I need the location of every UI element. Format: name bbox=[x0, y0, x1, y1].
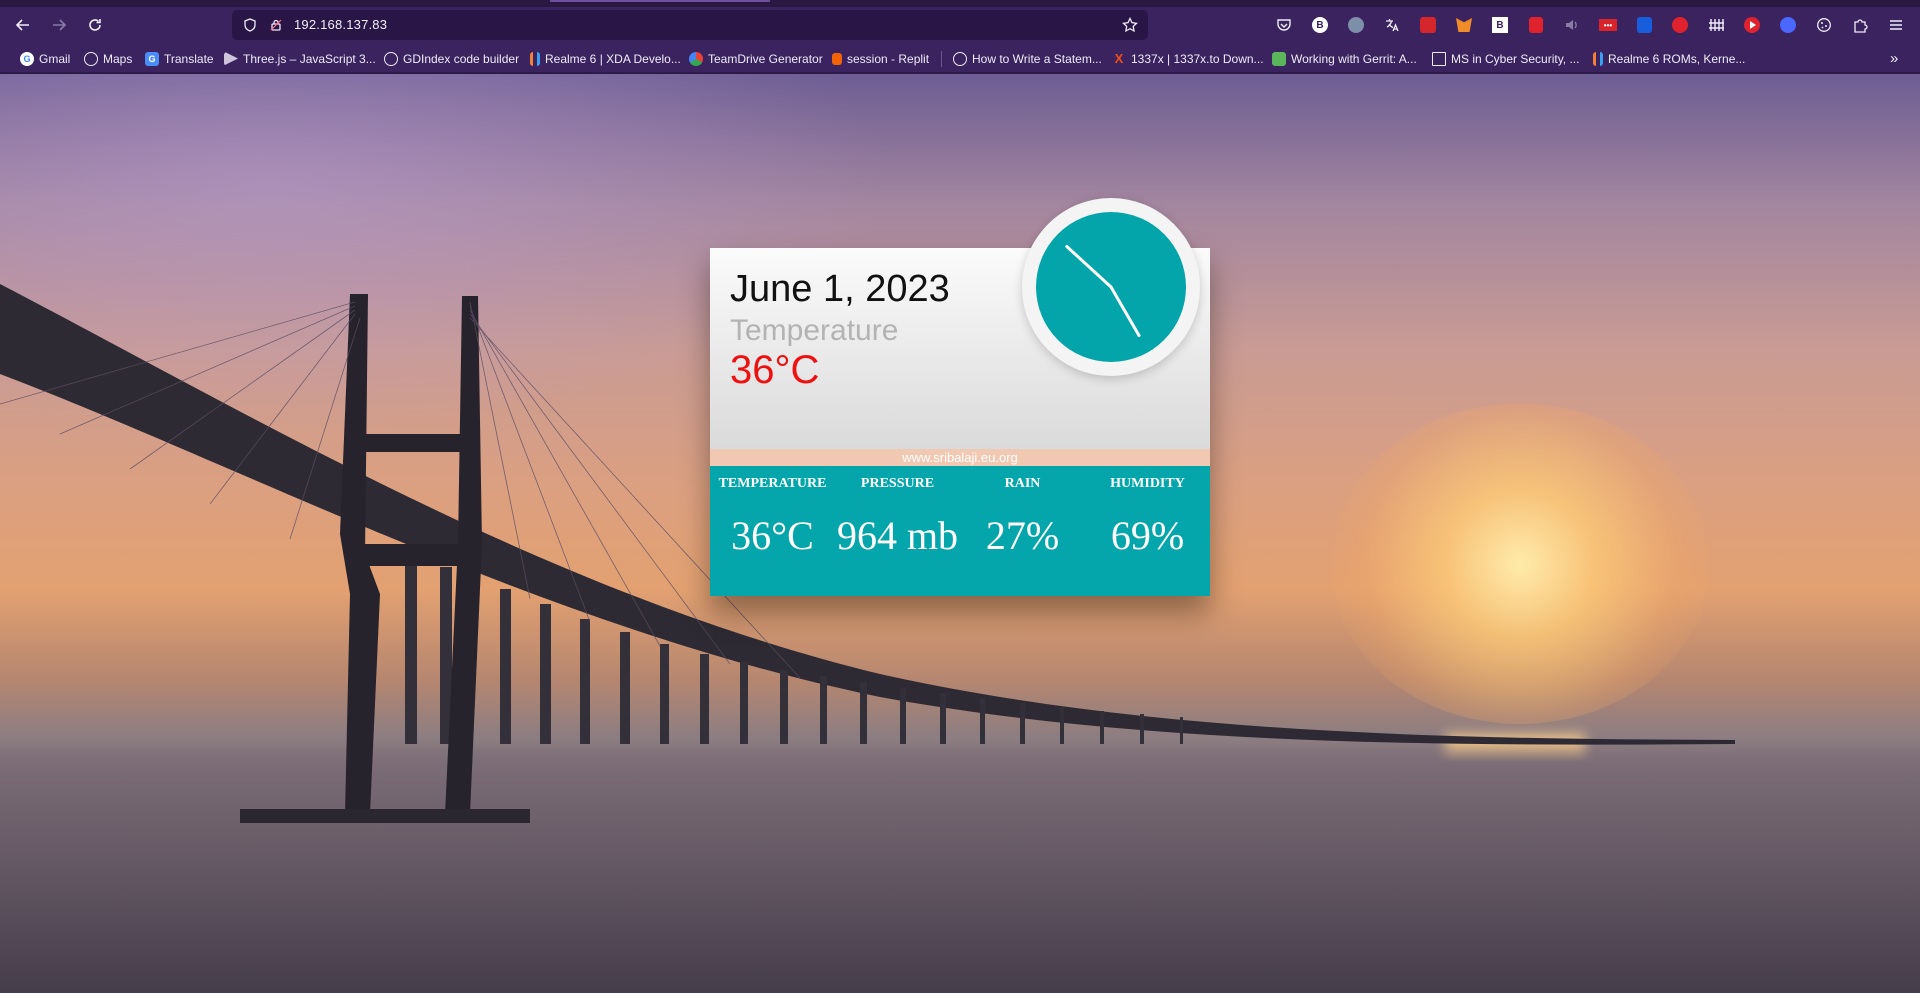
stat-rain: RAIN 27% bbox=[960, 466, 1085, 596]
bookmark-teamdrive[interactable]: TeamDrive Generator bbox=[689, 50, 823, 67]
connection-lock-icon[interactable] bbox=[268, 17, 284, 33]
stat-label: HUMIDITY bbox=[1110, 476, 1185, 491]
speaker-muted-icon[interactable] bbox=[1562, 15, 1582, 35]
stat-value: 69% bbox=[1110, 513, 1185, 558]
bookmark-label: MS in Cyber Security, ... bbox=[1451, 51, 1580, 66]
current-date: June 1, 2023 bbox=[730, 268, 950, 310]
bookmark-label: 1337x | 1337x.to Down... bbox=[1131, 51, 1264, 66]
fence-extension-icon[interactable] bbox=[1706, 15, 1726, 35]
site-url-bar[interactable]: www.sribalaji.eu.org bbox=[710, 449, 1210, 466]
bookmark-star-icon[interactable] bbox=[1122, 17, 1138, 33]
clock-hands bbox=[1065, 245, 1141, 337]
sea-surface bbox=[0, 742, 1920, 993]
weather-widget: June 1, 2023 Temperature 36°C www.sribal… bbox=[710, 198, 1210, 596]
globe-icon bbox=[953, 51, 967, 66]
stat-label: RAIN bbox=[1004, 476, 1041, 491]
stat-value: 964 mb bbox=[836, 513, 959, 558]
bookmark-separator bbox=[941, 51, 942, 67]
xda-icon bbox=[530, 51, 540, 66]
clock-face bbox=[1036, 212, 1186, 362]
1337x-icon: X bbox=[1114, 51, 1124, 66]
bookmarks-toolbar: G Gmail Maps G Translate Three.js – Java… bbox=[0, 43, 1920, 73]
b-extension-icon[interactable]: B bbox=[1310, 15, 1330, 35]
back-arrow-icon bbox=[15, 19, 29, 31]
pocket-icon[interactable] bbox=[1274, 15, 1294, 35]
stat-label: PRESSURE bbox=[860, 476, 935, 491]
bookmark-label: Gmail bbox=[39, 51, 71, 66]
extensions-puzzle-icon[interactable] bbox=[1850, 15, 1870, 35]
back-button[interactable] bbox=[11, 13, 35, 37]
translate-icon: G bbox=[145, 51, 159, 66]
bookmark-label: GDIndex code builder bbox=[403, 51, 520, 66]
page-viewport: June 1, 2023 Temperature 36°C www.sribal… bbox=[0, 74, 1920, 993]
bookmark-maps[interactable]: Maps bbox=[84, 50, 132, 67]
university-icon bbox=[1432, 51, 1446, 66]
dots-extension-icon[interactable]: ••• bbox=[1598, 15, 1618, 35]
clock-hour-hand bbox=[1065, 245, 1113, 289]
navigation-toolbar: 192.168.137.83 B B ••• bbox=[0, 7, 1920, 43]
bookmark-realme-xda[interactable]: Realme 6 | XDA Develo... bbox=[530, 50, 681, 67]
active-tab-indicator[interactable] bbox=[550, 0, 770, 2]
box-extension-icon[interactable]: B bbox=[1490, 15, 1510, 35]
globe-icon bbox=[84, 51, 98, 66]
globe-icon bbox=[384, 51, 398, 66]
bookmark-ms-cyber[interactable]: MS in Cyber Security, ... bbox=[1432, 50, 1579, 67]
stat-temperature: TEMPERATURE 36°C bbox=[710, 466, 835, 596]
forward-arrow-icon bbox=[53, 19, 67, 31]
cursor-extension-icon[interactable] bbox=[1346, 15, 1366, 35]
gerrit-icon bbox=[1272, 51, 1286, 66]
metamask-fox-icon[interactable] bbox=[1454, 15, 1474, 35]
analog-clock bbox=[1022, 198, 1200, 376]
at-sign-extension-icon[interactable] bbox=[1778, 15, 1798, 35]
bookmark-threejs[interactable]: Three.js – JavaScript 3... bbox=[224, 50, 376, 67]
bookmark-translate[interactable]: G Translate bbox=[145, 50, 214, 67]
bookmark-label: TeamDrive Generator bbox=[708, 51, 823, 66]
xda-icon bbox=[1593, 51, 1603, 66]
youtube-extension-icon[interactable] bbox=[1742, 15, 1762, 35]
google-icon: G bbox=[20, 51, 34, 66]
address-bar[interactable]: 192.168.137.83 bbox=[232, 10, 1148, 40]
bookmark-gdindex[interactable]: GDIndex code builder bbox=[384, 50, 519, 67]
teamdrive-icon bbox=[689, 51, 703, 66]
bookmark-gmail[interactable]: G Gmail bbox=[20, 50, 70, 67]
bookmark-1337x[interactable]: X 1337x | 1337x.to Down... bbox=[1112, 50, 1264, 67]
bookmark-label: Realme 6 | XDA Develo... bbox=[545, 51, 681, 66]
stat-pressure: PRESSURE 964 mb bbox=[835, 466, 960, 596]
bookmarks-overflow-chevron-icon[interactable]: » bbox=[1890, 50, 1898, 67]
bookmark-gerrit[interactable]: Working with Gerrit: A... bbox=[1272, 50, 1417, 67]
threejs-icon bbox=[224, 51, 238, 66]
weather-stats-panel: TEMPERATURE 36°C PRESSURE 964 mb RAIN 27… bbox=[710, 466, 1210, 596]
hand-stop-extension-icon[interactable] bbox=[1670, 15, 1690, 35]
bookmark-label: How to Write a Statem... bbox=[972, 51, 1102, 66]
tracking-protection-shield-icon[interactable] bbox=[242, 17, 258, 33]
replit-icon bbox=[832, 52, 842, 65]
bookmark-label: session - Replit bbox=[847, 51, 930, 66]
bridge-foundation bbox=[240, 809, 530, 823]
reload-icon bbox=[89, 19, 101, 31]
temperature-value: 36°C bbox=[730, 348, 820, 392]
bookmark-statement[interactable]: How to Write a Statem... bbox=[953, 50, 1102, 67]
bitwarden-shield-icon[interactable] bbox=[1634, 15, 1654, 35]
clock-minute-hand bbox=[1109, 285, 1141, 337]
stat-label: TEMPERATURE bbox=[718, 476, 827, 491]
bookmark-replit[interactable]: session - Replit bbox=[832, 50, 929, 67]
forward-button[interactable] bbox=[47, 13, 71, 37]
hamburger-menu-icon[interactable] bbox=[1886, 15, 1906, 35]
bookmark-label: Working with Gerrit: A... bbox=[1291, 51, 1417, 66]
url-text[interactable]: 192.168.137.83 bbox=[294, 17, 387, 32]
bookmark-label: Realme 6 ROMs, Kerne... bbox=[1608, 51, 1746, 66]
stat-humidity: HUMIDITY 69% bbox=[1085, 466, 1210, 596]
bookmark-label: Maps bbox=[103, 51, 133, 66]
bookmark-realme-roms[interactable]: Realme 6 ROMs, Kerne... bbox=[1593, 50, 1745, 67]
bookmark-label: Three.js – JavaScript 3... bbox=[243, 51, 376, 66]
reload-button[interactable] bbox=[83, 13, 107, 37]
lock-extension-icon[interactable] bbox=[1526, 15, 1546, 35]
translate-extension-icon[interactable] bbox=[1382, 15, 1402, 35]
stat-value: 36°C bbox=[731, 513, 814, 558]
stat-value: 27% bbox=[985, 513, 1060, 558]
temperature-label: Temperature bbox=[730, 314, 899, 347]
pen-extension-icon[interactable] bbox=[1418, 15, 1438, 35]
bookmark-label: Translate bbox=[164, 51, 214, 66]
cookie-extension-icon[interactable] bbox=[1814, 15, 1834, 35]
